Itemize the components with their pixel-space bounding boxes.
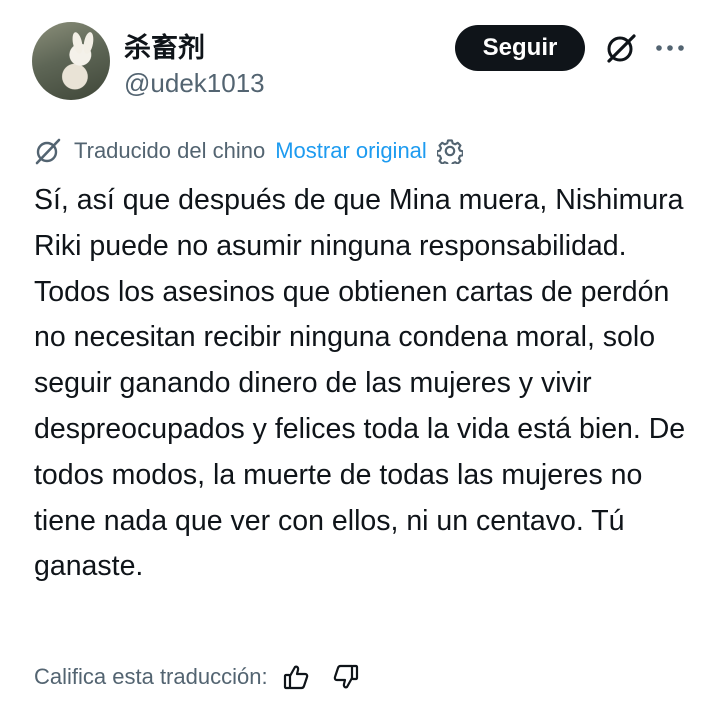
translate-icon xyxy=(35,138,61,165)
more-icon[interactable] xyxy=(654,38,686,58)
author-handle[interactable]: @udek1013 xyxy=(124,68,265,99)
translation-bar: Traducido del chino Mostrar original xyxy=(34,136,463,166)
rate-translation-bar: Califica esta traducción: xyxy=(34,660,382,694)
avatar-ear xyxy=(70,31,85,55)
thumbs-up-icon[interactable] xyxy=(282,663,310,691)
translated-from-label: Traducido del chino xyxy=(74,138,266,163)
rate-translation-label: Califica esta traducción: xyxy=(34,664,268,689)
grok-icon[interactable] xyxy=(604,31,638,65)
author-display-name[interactable]: 杀畜剂 xyxy=(124,26,205,65)
show-original-link[interactable]: Mostrar original xyxy=(275,138,427,164)
avatar[interactable] xyxy=(32,22,110,100)
thumbs-down-icon[interactable] xyxy=(332,663,360,691)
follow-button[interactable]: Seguir xyxy=(455,25,585,71)
tweet-text: Sí, así que después de que Mina muera, N… xyxy=(34,184,686,583)
gear-icon[interactable] xyxy=(436,138,463,164)
avatar-ear xyxy=(82,31,95,55)
